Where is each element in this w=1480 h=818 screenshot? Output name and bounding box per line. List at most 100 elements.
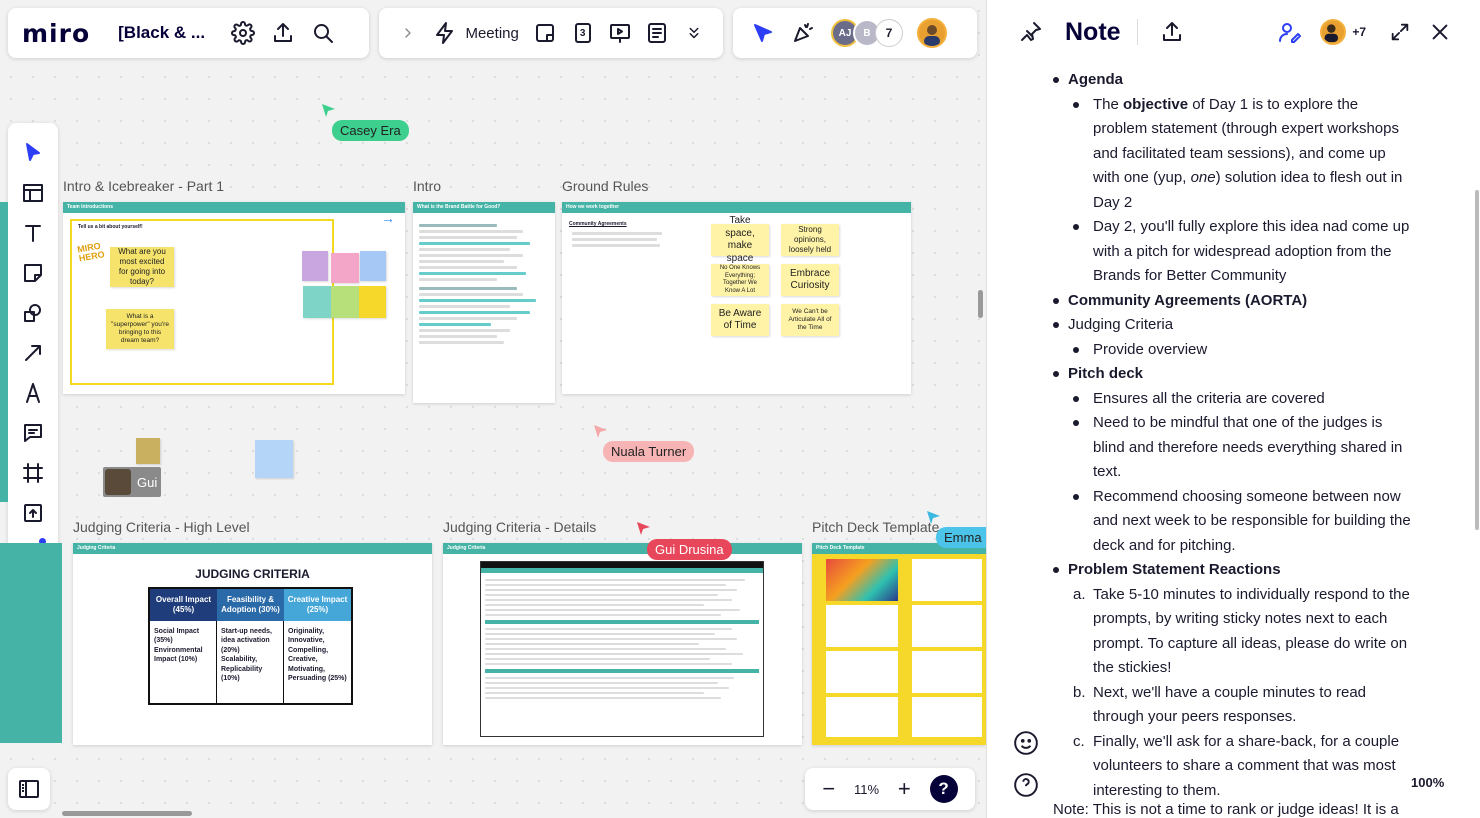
search-icon[interactable] bbox=[308, 18, 338, 48]
sticky-note-icon[interactable] bbox=[18, 258, 48, 288]
offscreen-frame-left[interactable] bbox=[0, 202, 8, 502]
frame-title-intro[interactable]: Intro bbox=[413, 178, 441, 194]
chevron-right-icon[interactable] bbox=[394, 18, 421, 48]
gr-sticky-6[interactable]: We Can't be Articulate All of the Time bbox=[781, 304, 839, 336]
note-scrollbar[interactable] bbox=[1475, 190, 1479, 530]
loose-sticky-blue[interactable] bbox=[255, 440, 293, 478]
current-user-avatar[interactable] bbox=[917, 18, 947, 48]
loose-sticky-olive[interactable] bbox=[136, 438, 160, 464]
frame-title-pitch-deck[interactable]: Pitch Deck Template bbox=[812, 519, 939, 535]
timer-badge-icon[interactable]: 3 bbox=[569, 18, 596, 48]
meeting-button[interactable]: Meeting bbox=[465, 25, 518, 42]
notes-icon[interactable] bbox=[644, 18, 671, 48]
shapes-icon[interactable] bbox=[18, 298, 48, 328]
offscreen-frame-left-2[interactable] bbox=[0, 543, 62, 743]
icebreaker-sticky-1[interactable]: What are you most excited for going into… bbox=[110, 247, 174, 287]
celebrate-icon[interactable] bbox=[788, 18, 818, 48]
frame-bar-team-intros: Team Introductions bbox=[63, 202, 405, 213]
frame-icon[interactable] bbox=[18, 458, 48, 488]
gr-sticky-3[interactable]: No One Knows Everything; Together We Kno… bbox=[711, 264, 769, 296]
frame-ground-rules[interactable]: How we work together Community Agreement… bbox=[562, 202, 911, 394]
presentation-icon[interactable] bbox=[606, 18, 633, 48]
pitch-slide-5 bbox=[826, 651, 898, 693]
pitch-slide-8 bbox=[912, 697, 982, 737]
select-pointer-icon[interactable] bbox=[18, 138, 48, 168]
settings-gear-icon[interactable] bbox=[228, 18, 258, 48]
upload-icon[interactable] bbox=[18, 498, 48, 528]
note-item-overview: Provide overview bbox=[1073, 338, 1413, 363]
comment-icon[interactable] bbox=[18, 418, 48, 448]
pin-icon[interactable] bbox=[1016, 17, 1046, 47]
gr-sticky-1[interactable]: Take space, make space bbox=[711, 215, 769, 264]
note-content[interactable]: Agenda The objective of Day 1 is to expl… bbox=[1053, 68, 1413, 803]
arrow-right-icon[interactable]: → bbox=[381, 210, 395, 226]
sticky-board-icon[interactable] bbox=[532, 18, 559, 48]
sticky-green[interactable] bbox=[331, 286, 359, 318]
collaborator-count[interactable]: 7 bbox=[875, 19, 903, 47]
note-editor-avatar[interactable] bbox=[1320, 19, 1347, 45]
canvas-vertical-scroll[interactable] bbox=[978, 290, 983, 318]
judging-cell-2: Start-up needs, idea activation (20%) Sc… bbox=[217, 621, 284, 703]
frame-judging-details[interactable]: Judging Criteria bbox=[443, 543, 802, 745]
emoji-reaction-icon[interactable] bbox=[1013, 730, 1039, 756]
frame-pitch-deck[interactable]: Pitch Deck Template bbox=[812, 543, 986, 745]
connection-line-icon[interactable] bbox=[18, 338, 48, 368]
gr-sticky-2[interactable]: Strong opinions, loosely held bbox=[781, 224, 839, 256]
extra-editors-count[interactable]: +7 bbox=[1352, 25, 1366, 39]
gr-sticky-5[interactable]: Be Aware of Time bbox=[711, 304, 769, 336]
text-tool-icon[interactable] bbox=[18, 218, 48, 248]
sticky-blue[interactable] bbox=[360, 251, 386, 281]
collaborators-edit-icon[interactable] bbox=[1275, 17, 1305, 47]
pen-icon[interactable] bbox=[18, 378, 48, 408]
note-item-psr-c: c. Finally, we'll ask for a share-back, f… bbox=[1073, 730, 1413, 804]
upload-share-icon[interactable] bbox=[268, 18, 298, 48]
judging-table: Overall Impact (45%) Feasibility & Adopt… bbox=[148, 587, 353, 705]
frame-title-intro-icebreaker[interactable]: Intro & Icebreaker - Part 1 bbox=[63, 178, 224, 194]
note-item-psr: Problem Statement Reactions bbox=[1053, 558, 1413, 583]
community-agreements-lines bbox=[562, 232, 682, 247]
zoom-in-button[interactable]: + bbox=[898, 778, 911, 800]
frame-title-ground-rules[interactable]: Ground Rules bbox=[562, 178, 648, 194]
help-question-icon[interactable] bbox=[1013, 772, 1039, 798]
note-item-agenda: Agenda bbox=[1053, 68, 1413, 93]
timer-badge-number: 3 bbox=[579, 27, 586, 39]
zoom-out-button[interactable]: − bbox=[822, 778, 835, 800]
psr-a-num: a. bbox=[1073, 585, 1086, 603]
double-chevron-down-icon[interactable] bbox=[681, 18, 708, 48]
follow-cursor-icon[interactable] bbox=[748, 18, 778, 48]
sticky-pink[interactable] bbox=[331, 253, 359, 283]
frame-judging-high[interactable]: Judging Criteria JUDGING CRITERIA Overal… bbox=[73, 543, 432, 745]
frame-title-judging-high[interactable]: Judging Criteria - High Level bbox=[73, 519, 250, 535]
board-panel-toggle[interactable] bbox=[8, 768, 50, 810]
obj-italic: one bbox=[1190, 169, 1216, 186]
gr-sticky-4[interactable]: Embrace Curiosity bbox=[781, 264, 839, 296]
help-button[interactable]: ? bbox=[929, 775, 958, 803]
export-icon[interactable] bbox=[1157, 17, 1187, 47]
note-panel: Note +7 Agenda The objective of Day 1 is… bbox=[986, 0, 1480, 818]
frame-title-judging-details[interactable]: Judging Criteria - Details bbox=[443, 519, 596, 535]
note-zoom-level[interactable]: 100% bbox=[1411, 775, 1444, 790]
canvas-horizontal-scroll[interactable] bbox=[62, 811, 192, 816]
frame-bar-work-together: How we work together bbox=[562, 202, 911, 213]
miro-logo[interactable]: miro bbox=[22, 19, 90, 48]
main-toolbar: miro [Black & ... bbox=[8, 8, 369, 58]
cursor-gui: Gui bbox=[103, 467, 161, 497]
expand-icon[interactable] bbox=[1385, 17, 1415, 47]
psr-b-num: b. bbox=[1073, 683, 1086, 701]
sticky-yellow[interactable] bbox=[359, 286, 386, 318]
collaborator-avatars[interactable]: AJ B 7 bbox=[831, 19, 903, 47]
board-name[interactable]: [Black & ... bbox=[118, 23, 205, 43]
cursor-label-casey: Casey Era bbox=[332, 120, 409, 141]
board-canvas[interactable]: miro [Black & ... Meeting 3 AJ B 7 − 11%… bbox=[0, 0, 986, 818]
pitch-slide-7 bbox=[826, 697, 898, 737]
templates-icon[interactable] bbox=[18, 178, 48, 208]
sticky-purple[interactable] bbox=[302, 251, 328, 281]
frame-intro[interactable]: What is the Brand Battle for Good? bbox=[413, 202, 555, 403]
frame-intro-icebreaker[interactable]: Team Introductions Tell us a bit about y… bbox=[63, 202, 405, 394]
pitch-slide-2 bbox=[912, 559, 982, 601]
lightning-icon[interactable] bbox=[431, 18, 458, 48]
zoom-level[interactable]: 11% bbox=[854, 782, 879, 797]
sticky-teal[interactable] bbox=[303, 286, 331, 318]
close-icon[interactable] bbox=[1425, 17, 1455, 47]
icebreaker-sticky-2[interactable]: What is a "superpower" you're bringing t… bbox=[106, 309, 174, 349]
